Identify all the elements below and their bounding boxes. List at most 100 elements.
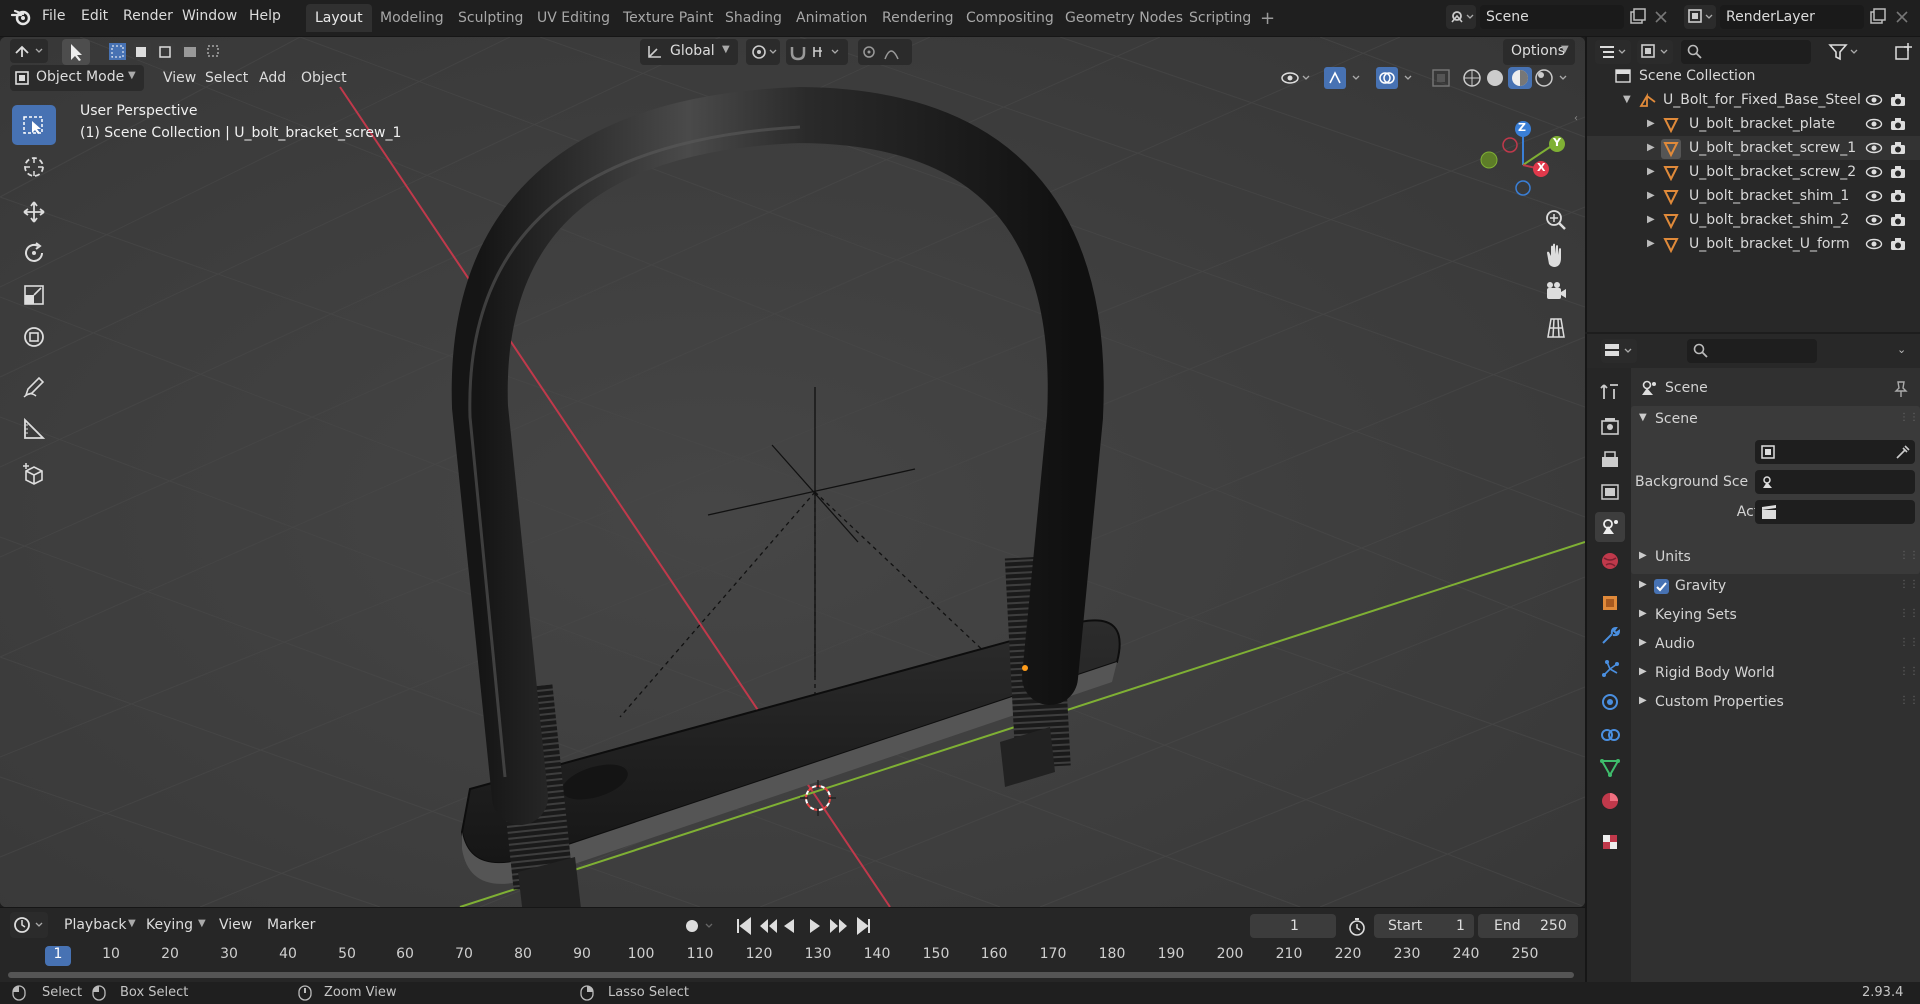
rigid-body-world-section[interactable]: ▶ Rigid Body World ⋮⋮ (1631, 660, 1920, 688)
filter-icon[interactable] (1827, 41, 1863, 63)
tab-animation[interactable]: Animation (787, 4, 876, 32)
camera-render-icon[interactable] (1889, 212, 1907, 228)
drag-handle-icon[interactable]: ⋮⋮ (1899, 412, 1919, 423)
3d-viewport[interactable]: Global ▼ Options ▼ Object Mode ▼ View Se… (0, 37, 1585, 907)
camera-render-icon[interactable] (1889, 188, 1907, 204)
new-collection-icon[interactable] (1893, 41, 1915, 63)
camera-render-icon[interactable] (1889, 164, 1907, 180)
chevron-right-icon[interactable]: ▶ (1647, 136, 1655, 160)
gravity-checkbox[interactable] (1654, 579, 1669, 594)
shading-mode-icons[interactable] (1460, 66, 1578, 90)
scene-field[interactable]: Scene (1480, 5, 1624, 29)
delete-view-layer-icon[interactable] (1893, 8, 1911, 26)
scene-type-icon[interactable] (1446, 5, 1476, 29)
pan-hand-icon[interactable] (1536, 239, 1576, 273)
physics-tab-icon[interactable] (1595, 687, 1625, 717)
cursor-tool[interactable] (12, 147, 56, 187)
eye-icon[interactable] (1865, 213, 1883, 227)
eye-icon[interactable] (1865, 117, 1883, 131)
timeline-editor-type-icon[interactable] (10, 912, 48, 938)
eyedropper-icon[interactable] (1895, 444, 1911, 460)
editor-type-icon[interactable] (10, 39, 48, 63)
active-clip-field[interactable] (1755, 500, 1915, 524)
eye-icon[interactable] (1865, 141, 1883, 155)
scale-tool[interactable] (12, 275, 56, 315)
properties-search-input[interactable] (1687, 339, 1817, 363)
camera-render-icon[interactable] (1889, 116, 1907, 132)
data-tab-icon[interactable] (1595, 753, 1625, 783)
audio-section[interactable]: ▶ Audio ⋮⋮ (1631, 631, 1920, 659)
tab-uv-editing[interactable]: UV Editing (528, 4, 619, 32)
timeline-scrollbar[interactable] (8, 972, 1574, 978)
chevron-down-icon[interactable]: ⌄ (1897, 343, 1906, 356)
outliner-row-object-active[interactable]: ▶ U_bolt_bracket_screw_1 (1587, 136, 1920, 160)
gravity-section[interactable]: ▶ Gravity ⋮⋮ (1631, 573, 1920, 601)
outliner-row-scene-collection[interactable]: Scene Collection (1587, 64, 1920, 88)
drag-handle-icon[interactable]: ⋮⋮ (1899, 550, 1919, 561)
eye-icon[interactable] (1865, 93, 1883, 107)
camera-render-icon[interactable] (1889, 92, 1907, 108)
properties-editor-type-icon[interactable] (1601, 339, 1637, 363)
particles-tab-icon[interactable] (1595, 654, 1625, 684)
move-tool[interactable] (12, 192, 56, 232)
chevron-right-icon[interactable]: ▶ (1647, 184, 1655, 208)
proportional-editing-icon[interactable] (858, 39, 912, 65)
tab-shading[interactable]: Shading (716, 4, 791, 32)
camera-field[interactable] (1755, 440, 1915, 464)
tab-geometry-nodes[interactable]: Geometry Nodes (1056, 4, 1192, 32)
xray-toggle-icon[interactable] (1430, 67, 1452, 89)
scene-panel-header[interactable]: ▼ Scene ⋮⋮ (1631, 406, 1920, 434)
outliner-search-input[interactable] (1681, 40, 1811, 64)
tab-rendering[interactable]: Rendering (873, 4, 963, 32)
playback-controls[interactable] (734, 914, 880, 938)
viewport-menu-select[interactable]: Select (198, 65, 255, 91)
tweak-tool-icon[interactable] (62, 39, 90, 65)
sidebar-toggle-icon[interactable]: ‹ (1574, 113, 1578, 124)
scene-tab-icon[interactable] (1595, 512, 1625, 542)
pin-icon[interactable] (1893, 380, 1909, 398)
menu-edit[interactable]: Edit (75, 0, 114, 33)
chevron-right-icon[interactable]: ▶ (1647, 160, 1655, 184)
camera-render-icon[interactable] (1889, 236, 1907, 252)
custom-properties-section[interactable]: ▶ Custom Properties ⋮⋮ (1631, 689, 1920, 717)
end-frame-field[interactable]: End 250 (1478, 914, 1578, 938)
drag-handle-icon[interactable]: ⋮⋮ (1899, 637, 1919, 648)
selection-mode-icons[interactable] (106, 40, 222, 64)
gizmo-toggle-icon[interactable] (1322, 65, 1366, 91)
current-frame-field[interactable]: 1 (1250, 914, 1336, 938)
render-tab-icon[interactable] (1595, 412, 1625, 442)
options-dropdown[interactable]: Options ▼ (1503, 39, 1575, 65)
blender-logo-icon[interactable] (10, 6, 32, 28)
camera-view-icon[interactable] (1536, 275, 1576, 309)
menu-file[interactable]: File (36, 0, 71, 33)
duplicate-scene-icon[interactable] (1628, 7, 1648, 27)
menu-render[interactable]: Render (117, 0, 179, 33)
object-tab-icon[interactable] (1595, 588, 1625, 618)
annotate-tool[interactable] (12, 367, 56, 407)
drag-handle-icon[interactable]: ⋮⋮ (1899, 608, 1919, 619)
units-section[interactable]: ▶ Units ⋮⋮ (1631, 544, 1920, 572)
output-tab-icon[interactable] (1595, 445, 1625, 475)
tab-modeling[interactable]: Modeling (371, 4, 453, 32)
menu-window[interactable]: Window (176, 0, 243, 33)
chevron-right-icon[interactable]: ▶ (1647, 208, 1655, 232)
eye-icon[interactable] (1865, 237, 1883, 251)
tab-compositing[interactable]: Compositing (957, 4, 1063, 32)
background-scene-field[interactable] (1755, 470, 1915, 494)
menu-help[interactable]: Help (243, 0, 287, 33)
view-layer-field[interactable]: RenderLayer (1720, 5, 1864, 29)
outliner-row-collection[interactable]: ▼ U_Bolt_for_Fixed_Base_Steel (1587, 88, 1920, 112)
add-cube-tool[interactable] (12, 455, 56, 495)
auto-keying-icon[interactable] (680, 916, 720, 936)
outliner-editor-type-icon[interactable] (1595, 40, 1631, 64)
eye-icon[interactable] (1865, 189, 1883, 203)
tool-tab-icon[interactable] (1595, 377, 1625, 407)
viewport-menu-object[interactable]: Object (294, 65, 354, 91)
drag-handle-icon[interactable]: ⋮⋮ (1899, 695, 1919, 706)
transform-tool[interactable] (12, 317, 56, 357)
preview-range-icon[interactable] (1346, 916, 1368, 938)
outliner-row-object[interactable]: ▶ U_bolt_bracket_shim_1 (1587, 184, 1920, 208)
outliner-row-object[interactable]: ▶ U_bolt_bracket_U_form (1587, 232, 1920, 256)
view-layer-icon[interactable] (1684, 5, 1716, 29)
object-mode-dropdown[interactable]: Object Mode ▼ (10, 65, 144, 91)
